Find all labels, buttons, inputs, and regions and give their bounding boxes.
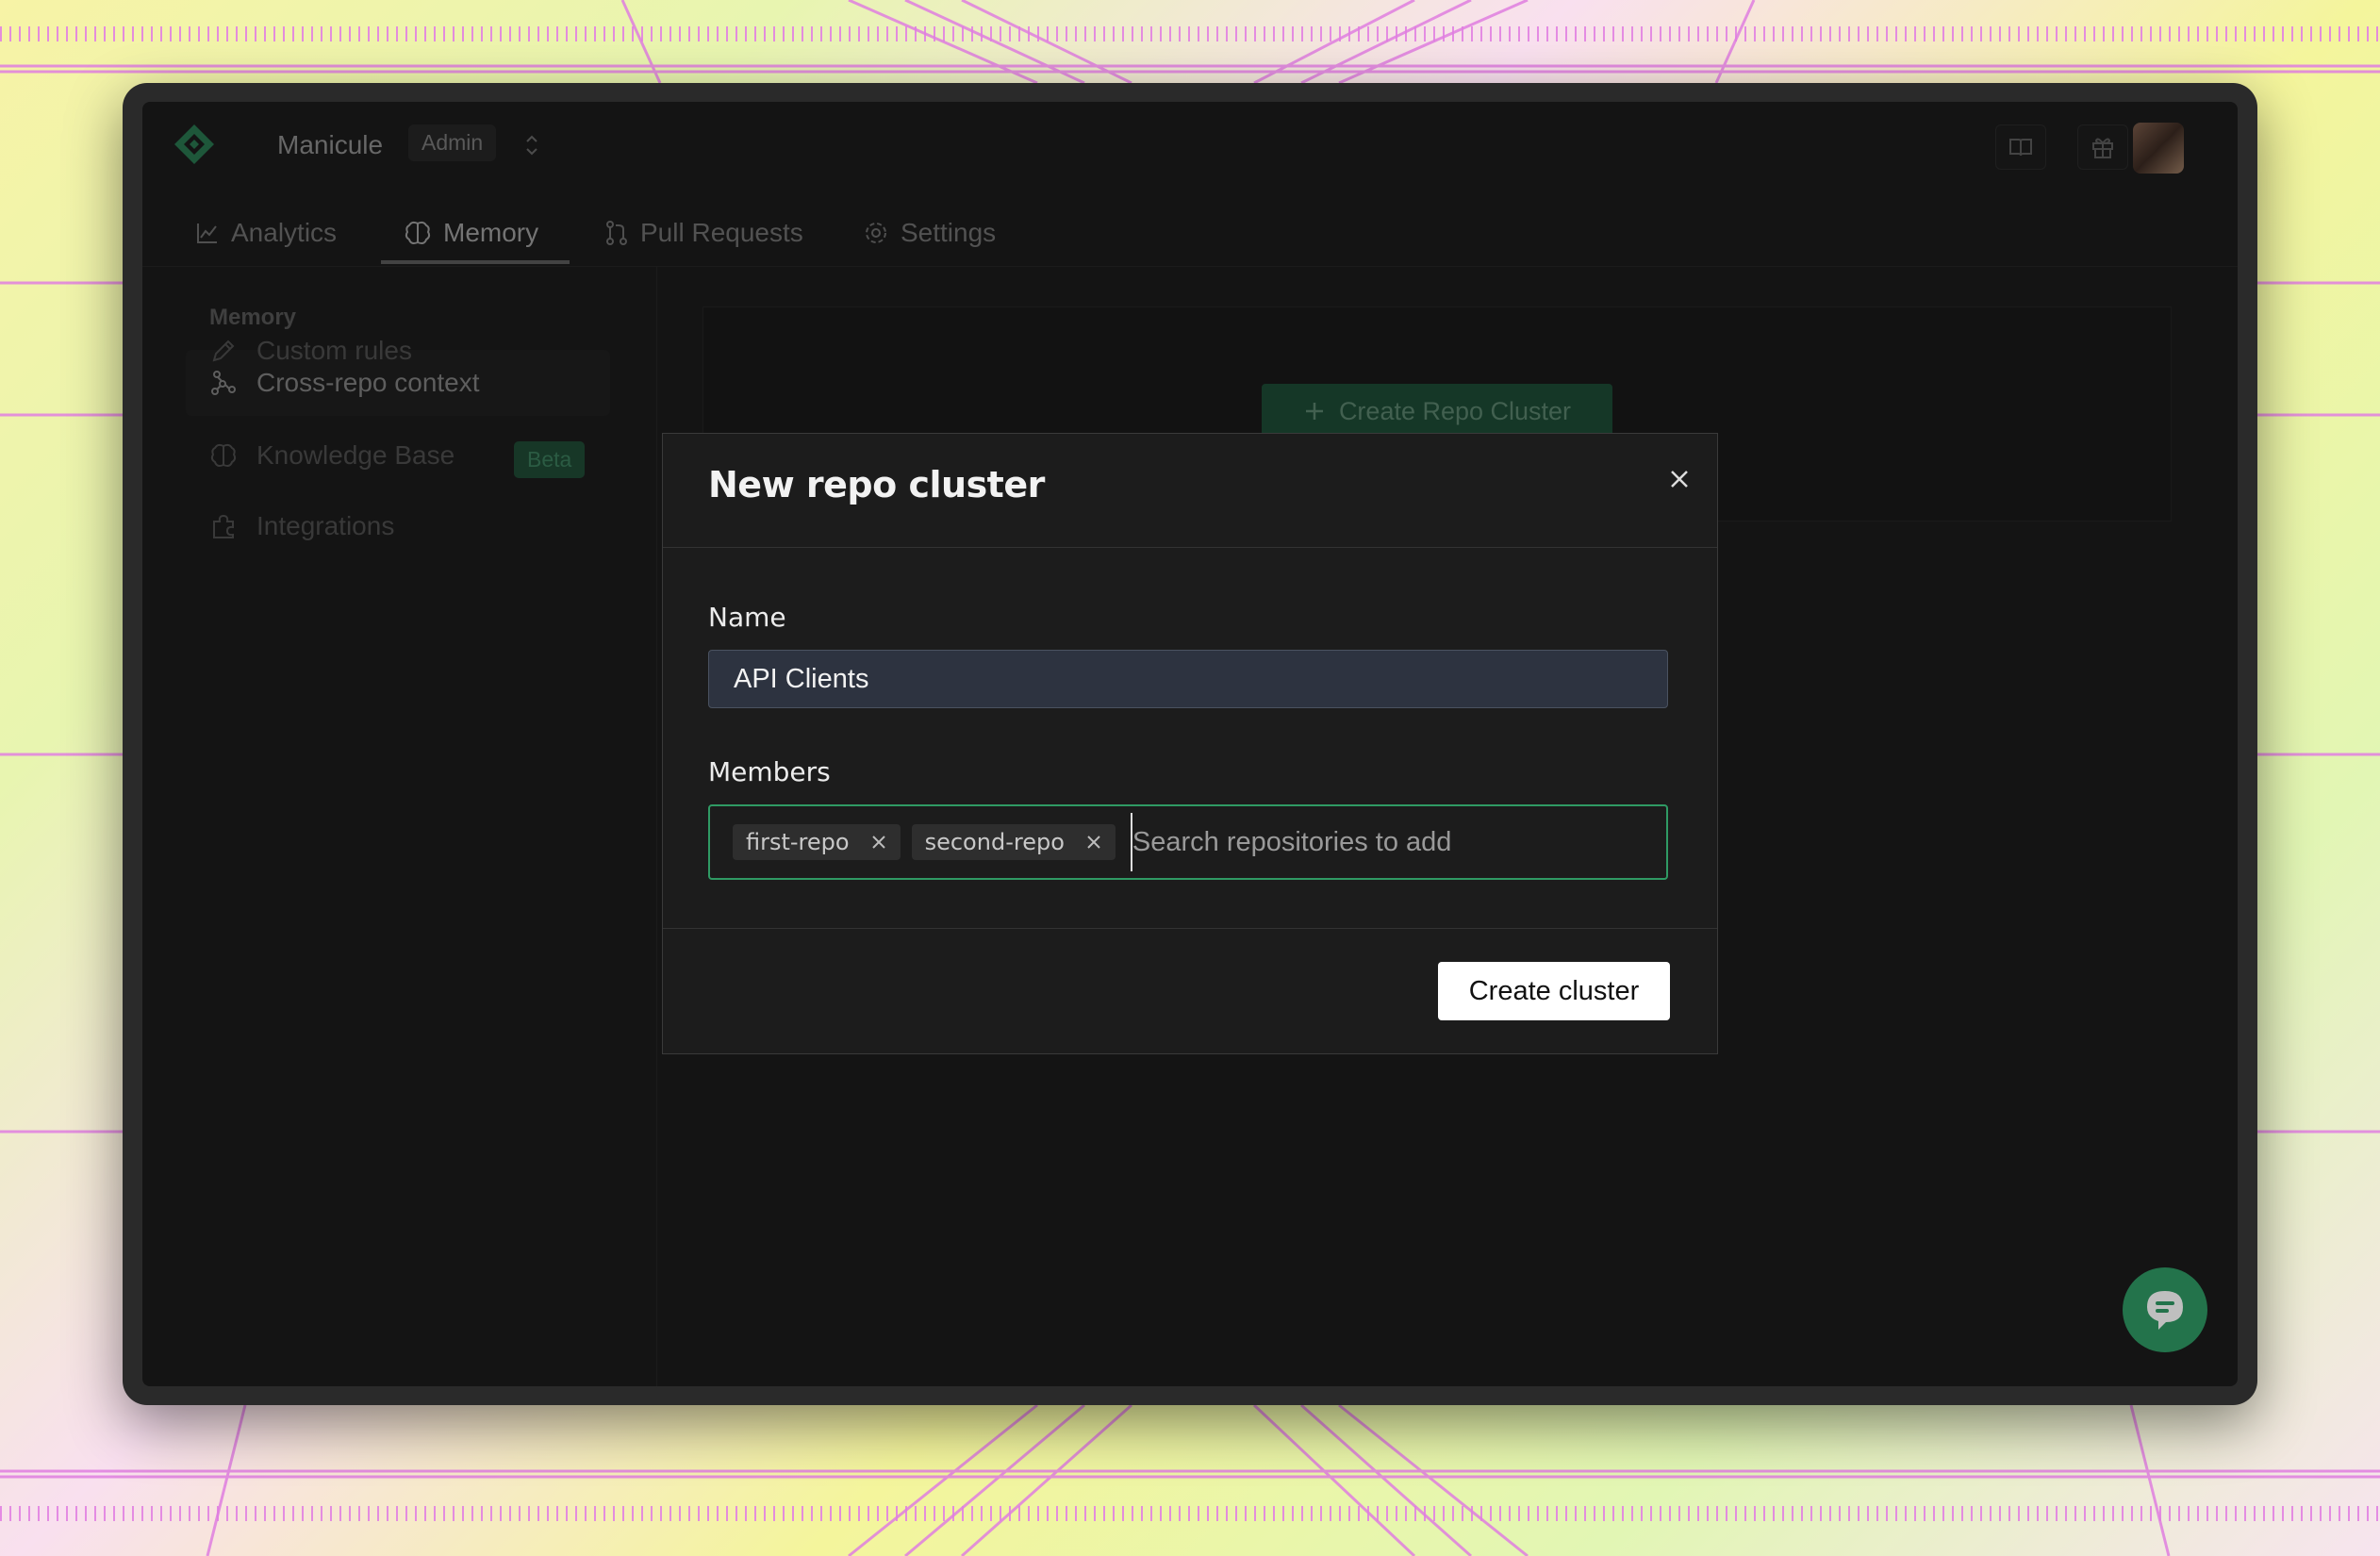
close-icon [871,836,885,849]
repository-search-input[interactable] [1130,813,1666,871]
members-field[interactable]: first-repo second-repo [708,804,1668,880]
new-repo-cluster-dialog: New repo cluster Name Members first-repo… [662,433,1718,1054]
cluster-name-input[interactable] [708,650,1668,708]
remove-member-button[interactable] [870,834,887,851]
member-chip: first-repo [733,824,901,860]
member-chip-label: first-repo [746,829,850,855]
remove-member-button[interactable] [1085,834,1102,851]
members-label: Members [708,756,831,787]
close-icon [1671,471,1688,488]
dialog-title: New repo cluster [708,464,1045,505]
member-chip-label: second-repo [924,829,1065,855]
name-label: Name [708,602,786,633]
divider [663,547,1717,548]
close-button[interactable] [1664,464,1694,494]
create-cluster-button[interactable]: Create cluster [1438,962,1670,1020]
member-chip: second-repo [911,824,1116,860]
divider [663,928,1717,929]
close-icon [1087,836,1100,849]
